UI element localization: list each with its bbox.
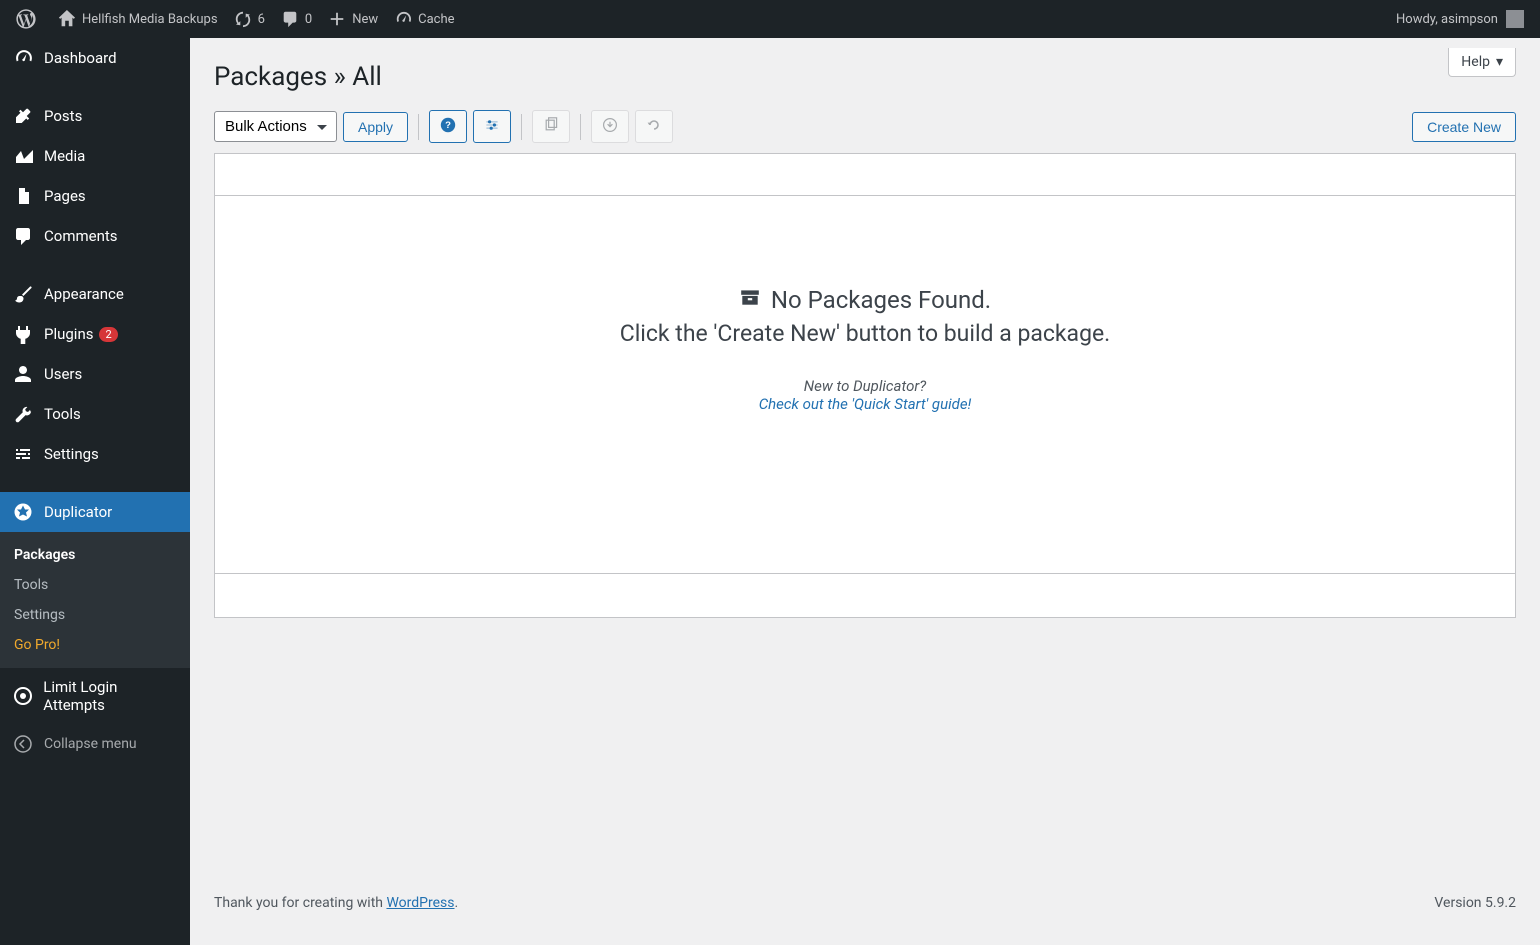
sidebar-item-label: Media — [44, 147, 85, 165]
sidebar-item-media[interactable]: Media — [0, 136, 190, 176]
plugin-icon — [12, 324, 34, 344]
question-icon: ? — [440, 120, 456, 136]
duplicator-icon — [12, 502, 34, 522]
apply-button[interactable]: Apply — [343, 112, 408, 142]
no-packages-text: No Packages Found. — [771, 286, 991, 314]
account-link[interactable]: Howdy, asimpson — [1388, 0, 1532, 38]
sidebar-item-pages[interactable]: Pages — [0, 176, 190, 216]
cache-link[interactable]: Cache — [386, 0, 462, 38]
site-link[interactable]: Hellfish Media Backups — [50, 0, 226, 38]
new-link[interactable]: New — [320, 0, 386, 38]
cache-label: Cache — [418, 12, 454, 27]
settings-button[interactable] — [473, 110, 511, 143]
sidebar-item-label: Appearance — [44, 285, 124, 303]
archive-icon — [739, 286, 761, 314]
dashboard-icon — [12, 48, 34, 68]
page-title: Packages » All — [214, 38, 1516, 110]
collapse-label: Collapse menu — [44, 736, 137, 752]
help-button[interactable]: ? — [429, 110, 467, 143]
updates-link[interactable]: 6 — [226, 0, 273, 38]
comment-icon — [281, 10, 299, 28]
wordpress-link[interactable]: WordPress — [386, 895, 454, 911]
quick-start-link[interactable]: Check out the 'Quick Start' guide! — [759, 395, 972, 413]
create-new-button[interactable]: Create New — [1412, 112, 1516, 142]
copy-icon — [543, 120, 559, 136]
help-tab[interactable]: Help ▾ — [1448, 48, 1516, 77]
sidebar-item-duplicator[interactable]: Duplicator — [0, 492, 190, 532]
sidebar-item-limit-login[interactable]: Limit Login Attempts — [0, 668, 190, 724]
bulk-actions-select[interactable]: Bulk Actions — [214, 111, 337, 142]
sliders-icon — [12, 444, 34, 464]
sidebar-item-comments[interactable]: Comments — [0, 216, 190, 256]
site-name: Hellfish Media Backups — [82, 12, 218, 27]
collapse-icon — [12, 734, 34, 754]
undo-icon — [646, 120, 662, 136]
packages-table: No Packages Found. Click the 'Create New… — [214, 153, 1516, 618]
sidebar-item-tools[interactable]: Tools — [0, 394, 190, 434]
toolbar-separator — [521, 114, 522, 140]
gauge-icon — [394, 10, 412, 28]
updates-count: 6 — [258, 12, 265, 27]
lock-icon — [12, 686, 33, 706]
sidebar-item-label: Limit Login Attempts — [43, 678, 178, 714]
help-label: Help — [1461, 54, 1490, 70]
sidebar-item-label: Duplicator — [44, 503, 112, 521]
brush-icon — [12, 284, 34, 304]
footer-thankyou: Thank you for creating with WordPress. — [214, 895, 458, 911]
collapse-menu[interactable]: Collapse menu — [0, 724, 190, 764]
sidebar-item-label: Tools — [44, 405, 81, 423]
sidebar-item-label: Users — [44, 365, 82, 383]
comment-icon — [12, 226, 34, 246]
wordpress-icon — [16, 9, 36, 29]
wp-logo[interactable] — [8, 0, 50, 38]
plugins-badge: 2 — [99, 327, 117, 342]
sidebar-item-label: Posts — [44, 107, 82, 125]
wrench-icon — [12, 404, 34, 424]
download-icon — [602, 120, 618, 136]
new-to-duplicator: New to Duplicator? — [235, 377, 1495, 395]
restore-button[interactable] — [635, 110, 673, 143]
sidebar-item-label: Comments — [44, 227, 118, 245]
comments-count: 0 — [305, 12, 312, 27]
duplicator-submenu: Packages Tools Settings Go Pro! — [0, 532, 190, 668]
sidebar-item-plugins[interactable]: Plugins 2 — [0, 314, 190, 354]
submenu-item-settings[interactable]: Settings — [0, 600, 190, 630]
download-button[interactable] — [591, 110, 629, 143]
howdy-text: Howdy, asimpson — [1396, 12, 1498, 27]
sidebar-item-dashboard[interactable]: Dashboard — [0, 38, 190, 78]
home-icon — [58, 10, 76, 28]
sidebar-item-label: Settings — [44, 445, 99, 463]
avatar-icon — [1506, 10, 1524, 28]
sidebar-item-posts[interactable]: Posts — [0, 96, 190, 136]
submenu-item-tools[interactable]: Tools — [0, 570, 190, 600]
table-header — [215, 154, 1515, 196]
table-footer — [215, 573, 1515, 617]
submenu-item-gopro[interactable]: Go Pro! — [0, 630, 190, 660]
sidebar-item-settings[interactable]: Settings — [0, 434, 190, 474]
user-icon — [12, 364, 34, 384]
comments-link[interactable]: 0 — [273, 0, 320, 38]
footer-version: Version 5.9.2 — [1434, 895, 1516, 911]
table-empty-state: No Packages Found. Click the 'Create New… — [215, 196, 1515, 573]
plus-icon — [328, 10, 346, 28]
media-icon — [12, 146, 34, 166]
update-icon — [234, 10, 252, 28]
copy-button[interactable] — [532, 110, 570, 143]
page-icon — [12, 186, 34, 206]
pin-icon — [12, 106, 34, 126]
sidebar-item-label: Pages — [44, 187, 86, 205]
empty-subline: Click the 'Create New' button to build a… — [235, 320, 1495, 347]
sidebar-item-users[interactable]: Users — [0, 354, 190, 394]
submenu-item-packages[interactable]: Packages — [0, 540, 190, 570]
sliders-icon — [484, 120, 500, 136]
chevron-down-icon: ▾ — [1496, 54, 1503, 70]
new-label: New — [352, 12, 378, 27]
svg-text:?: ? — [445, 120, 451, 131]
toolbar-separator — [580, 114, 581, 140]
sidebar-item-label: Plugins — [44, 325, 93, 343]
toolbar-separator — [418, 114, 419, 140]
sidebar-item-appearance[interactable]: Appearance — [0, 274, 190, 314]
sidebar-item-label: Dashboard — [44, 49, 117, 67]
